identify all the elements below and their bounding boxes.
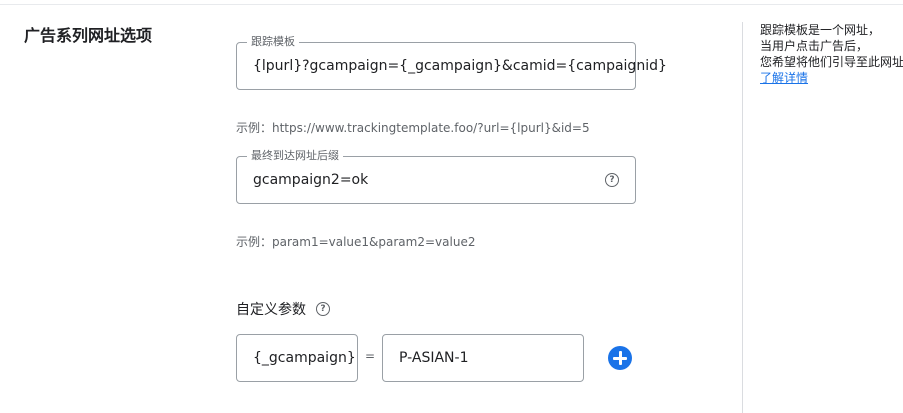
custom-param-value-text: P-ASIAN-1 <box>399 350 469 366</box>
tracking-template-input[interactable]: {lpurl}?gcampaign={_gcampaign}&camid={ca… <box>253 43 667 89</box>
side-panel-line: 当用户点击广告后， <box>760 39 869 53</box>
top-divider <box>0 4 903 5</box>
final-url-suffix-field[interactable]: 最终到达网址后缀 gcampaign2=ok ? <box>236 149 636 204</box>
help-circle-icon[interactable]: ? <box>605 173 619 187</box>
help-circle-icon[interactable]: ? <box>316 302 330 316</box>
side-panel-line: 您希望将他们引导至此网址 <box>760 55 903 69</box>
add-circle-icon[interactable] <box>608 346 632 370</box>
final-url-suffix-input[interactable]: gcampaign2=ok <box>253 157 368 203</box>
side-panel-divider <box>742 22 743 413</box>
custom-params-label: 自定义参数 <box>236 302 306 318</box>
learn-more-link[interactable]: 了解详情 <box>760 71 808 85</box>
custom-param-key-input[interactable]: {_gcampaign} <box>236 334 358 382</box>
tracking-template-example: 示例：https://www.trackingtemplate.foo/?url… <box>236 121 590 135</box>
final-url-suffix-example: 示例：param1=value1&param2=value2 <box>236 235 476 249</box>
side-panel-help: 跟踪模板是一个网址， 当用户点击广告后， 您希望将他们引导至此网址 了解详情 <box>760 22 903 86</box>
side-panel-line: 跟踪模板是一个网址， <box>760 23 881 37</box>
custom-param-value-input[interactable]: P-ASIAN-1 <box>382 334 584 382</box>
equals-sign: = <box>365 349 376 363</box>
tracking-template-field[interactable]: 跟踪模板 {lpurl}?gcampaign={_gcampaign}&cami… <box>236 35 667 90</box>
add-icon-bar-vertical <box>618 351 622 365</box>
section-title: 广告系列网址选项 <box>24 26 153 45</box>
custom-param-key-value: {_gcampaign} <box>253 350 356 366</box>
